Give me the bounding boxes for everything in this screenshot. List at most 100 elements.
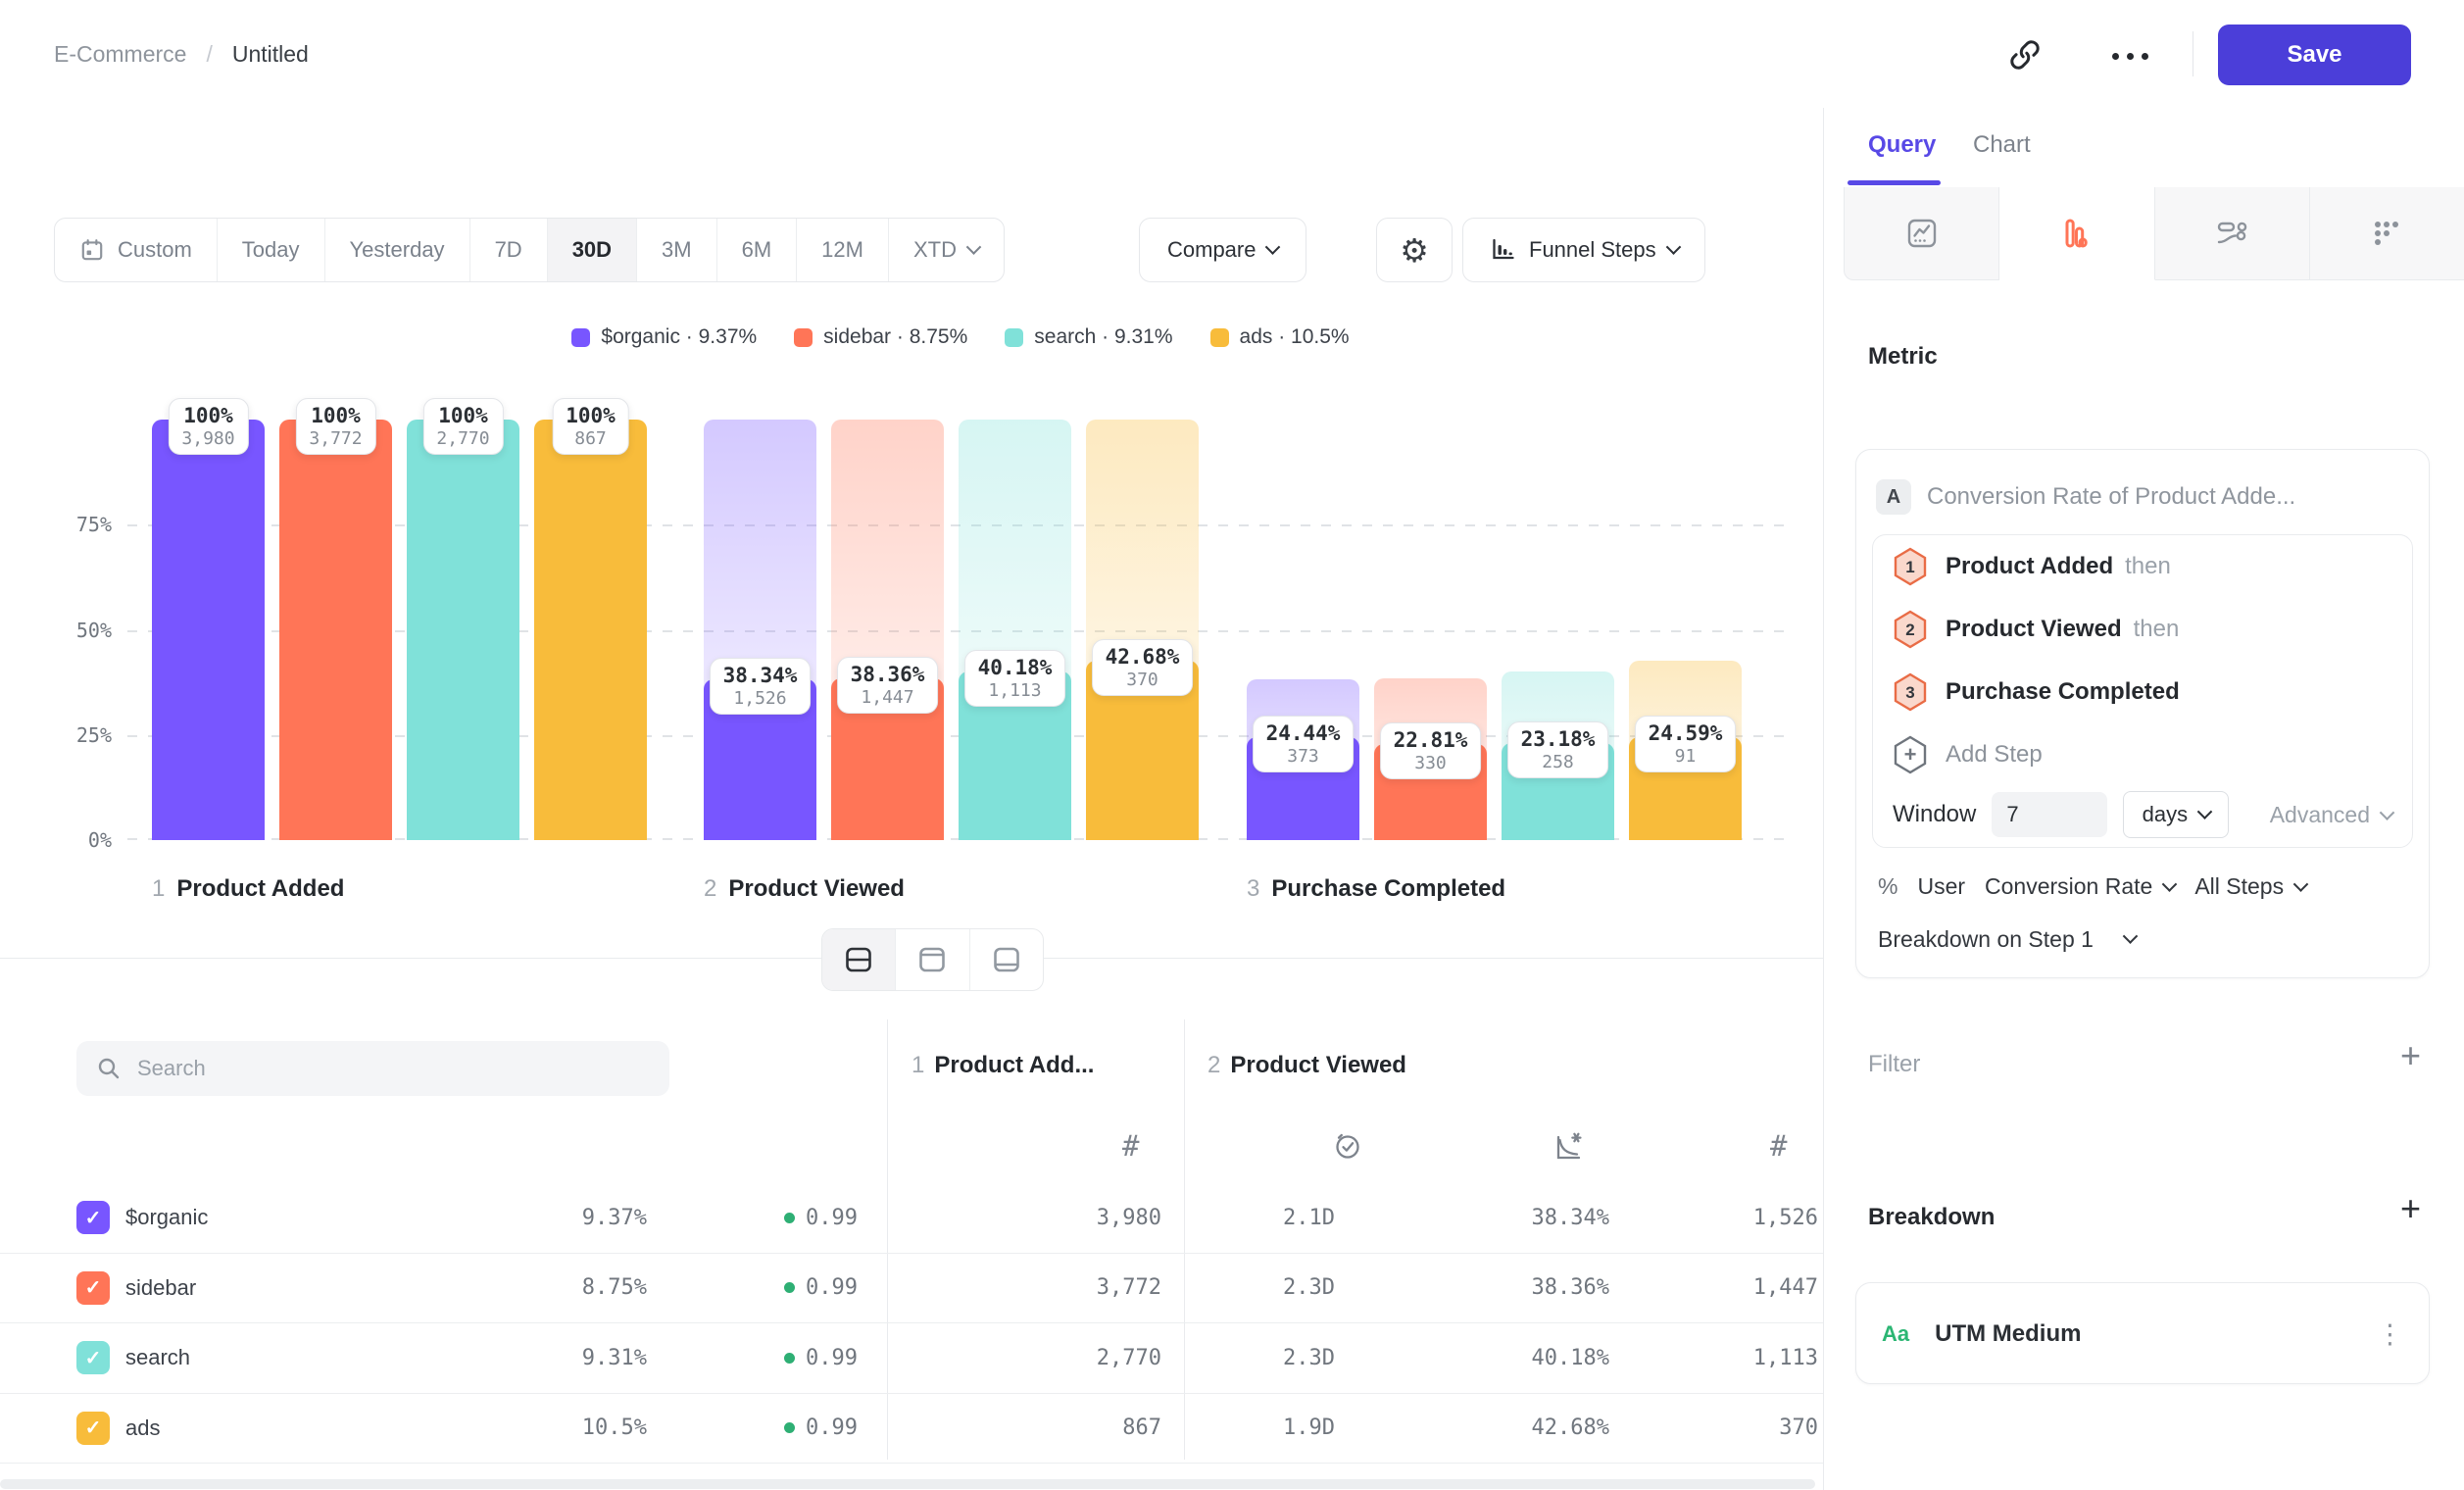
breakdown-table-body: ✓$organic9.37%3,9802.1D38.34%1,5260.99✓s…: [0, 1183, 1823, 1464]
query-step-3[interactable]: 3Purchase Completed: [1873, 661, 2412, 723]
step2-time-cell: 1.9D: [1157, 1394, 1335, 1464]
bar-value-label: 100%3,772: [295, 398, 375, 455]
chart-view-label: Funnel Steps: [1529, 237, 1656, 263]
metric-type-selector[interactable]: Conversion Rate: [1985, 873, 2175, 900]
funnel-bar[interactable]: [534, 420, 647, 840]
date-range-3m[interactable]: 3M: [637, 219, 717, 281]
date-range-xtd[interactable]: XTD: [889, 219, 1004, 281]
string-property-icon: Aa: [1882, 1321, 1909, 1347]
row-checkbox[interactable]: ✓: [76, 1341, 110, 1374]
funnels-report-tab[interactable]: [1999, 187, 2154, 280]
row-name: search: [125, 1323, 190, 1393]
date-range-custom[interactable]: Custom: [55, 219, 218, 281]
step2-count-cell: 1,526: [1627, 1183, 1818, 1253]
bar-pct: 42.68%: [1106, 645, 1180, 669]
date-range-7d[interactable]: 7D: [470, 219, 548, 281]
tab-chart[interactable]: Chart: [1973, 131, 2031, 159]
count-column-icon[interactable]: #: [1770, 1129, 1787, 1163]
window-unit-select[interactable]: days: [2123, 791, 2229, 838]
funnels-icon: [2059, 216, 2094, 251]
row-checkbox[interactable]: ✓: [76, 1271, 110, 1305]
time-to-convert-icon[interactable]: [1331, 1129, 1364, 1167]
step-number-badge: 1: [1893, 547, 1928, 586]
add-filter-button[interactable]: +: [2400, 1041, 2421, 1070]
y-axis-tick: 75%: [55, 513, 112, 536]
table-step1-header: 1Product Add...: [912, 1052, 1094, 1079]
chart-view-selector[interactable]: Funnel Steps: [1462, 218, 1705, 282]
date-range-6m[interactable]: 6M: [717, 219, 798, 281]
breakdown-property-card[interactable]: Aa UTM Medium ⋮: [1855, 1282, 2430, 1384]
entity-selector[interactable]: User: [1917, 873, 1965, 900]
add-step-button[interactable]: +Add Step: [1873, 723, 2412, 786]
flows-report-tab[interactable]: [2155, 187, 2310, 280]
save-button[interactable]: Save: [2218, 25, 2411, 85]
bar-count: 370: [1106, 670, 1180, 690]
add-breakdown-button[interactable]: +: [2400, 1194, 2421, 1223]
step2-time-cell: 2.3D: [1157, 1254, 1335, 1323]
advanced-toggle[interactable]: Advanced: [2270, 802, 2392, 828]
step2-count-cell: 1,113: [1627, 1323, 1818, 1393]
bar-pct: 23.18%: [1521, 727, 1596, 751]
step2-count-cell: 370: [1627, 1394, 1818, 1464]
sig-cell: 0.99: [681, 1323, 858, 1393]
horizontal-scrollbar[interactable]: [0, 1479, 1815, 1489]
date-range-12m[interactable]: 12M: [797, 219, 889, 281]
insights-report-tab[interactable]: [1844, 187, 1999, 280]
ellipsis-icon: [2112, 53, 2148, 60]
legend-item-sidebar[interactable]: sidebar · 8.75%: [794, 325, 967, 349]
layout-chart-button[interactable]: [896, 929, 969, 990]
table-row-search[interactable]: ✓search9.31%2,7702.3D40.18%1,1130.99: [0, 1323, 1823, 1394]
funnel-bar[interactable]: [279, 420, 392, 840]
bar-slot-sidebar: 22.81%330: [1374, 420, 1487, 840]
row-checkbox[interactable]: ✓: [76, 1201, 110, 1234]
date-range-yesterday[interactable]: Yesterday: [325, 219, 470, 281]
count-column-icon[interactable]: #: [1122, 1129, 1139, 1163]
layout-table-button[interactable]: [970, 929, 1043, 990]
row-checkbox[interactable]: ✓: [76, 1412, 110, 1445]
conversion-rate-column-icon[interactable]: [1551, 1129, 1586, 1169]
legend-item-organic[interactable]: $organic · 9.37%: [571, 325, 757, 349]
search-input[interactable]: [135, 1055, 610, 1082]
table-row-sidebar[interactable]: ✓sidebar8.75%3,7722.3D38.36%1,4470.99: [0, 1254, 1823, 1324]
query-step-1[interactable]: 1Product Addedthen: [1873, 535, 2412, 598]
funnel-bar[interactable]: [407, 420, 519, 840]
copy-link-icon[interactable]: [2007, 37, 2043, 73]
settings-button[interactable]: ⚙: [1376, 218, 1453, 282]
breadcrumb-section[interactable]: E-Commerce: [54, 41, 186, 68]
legend-item-ads[interactable]: ads · 10.5%: [1210, 325, 1350, 349]
legend-swatch: [571, 328, 590, 347]
retention-report-tab[interactable]: [2310, 187, 2464, 280]
bar-slot-search: 100%2,770: [407, 420, 519, 840]
tab-query[interactable]: Query: [1868, 131, 1936, 159]
date-range-today[interactable]: Today: [218, 219, 325, 281]
bar-value-label: 100%2,770: [422, 398, 503, 455]
window-value-input[interactable]: 7: [1992, 792, 2107, 837]
step2-time-cell: 2.3D: [1157, 1323, 1335, 1393]
query-step-2[interactable]: 2Product Viewedthen: [1873, 598, 2412, 661]
steps-scope-selector[interactable]: All Steps: [2194, 873, 2306, 900]
step2-count-cell: 1,447: [1627, 1254, 1818, 1323]
bar-pct: 24.44%: [1266, 721, 1341, 745]
legend-swatch: [1005, 328, 1023, 347]
legend-item-search[interactable]: search · 9.31%: [1005, 325, 1172, 349]
metric-name[interactable]: Conversion Rate of Product Adde...: [1927, 483, 2295, 511]
sig-cell: 0.99: [681, 1394, 858, 1464]
bar-slot-sidebar: 38.36%1,447: [831, 420, 944, 840]
table-row-organic[interactable]: ✓$organic9.37%3,9802.1D38.34%1,5260.99: [0, 1183, 1823, 1254]
date-range-30d[interactable]: 30D: [548, 219, 637, 281]
table-row-ads[interactable]: ✓ads10.5%8671.9D42.68%3700.99: [0, 1394, 1823, 1465]
report-title[interactable]: Untitled: [232, 41, 309, 68]
more-options-icon[interactable]: [2105, 51, 2154, 61]
bar-count: 867: [566, 428, 616, 449]
row-name: ads: [125, 1394, 160, 1464]
split-view-icon: [843, 944, 874, 975]
bar-slot-organic: 100%3,980: [152, 420, 265, 840]
bar-slot-search: 40.18%1,113: [959, 420, 1071, 840]
layout-split-button[interactable]: [822, 929, 896, 990]
step2-time-cell: 2.1D: [1157, 1183, 1335, 1253]
kebab-menu-icon[interactable]: ⋮: [2377, 1319, 2403, 1350]
date-range-group: CustomTodayYesterday7D30D3M6M12MXTD: [54, 218, 1005, 282]
compare-button[interactable]: Compare: [1139, 218, 1306, 282]
breakdown-step-selector[interactable]: Breakdown on Step 1: [1878, 926, 2136, 953]
funnel-bar[interactable]: [152, 420, 265, 840]
